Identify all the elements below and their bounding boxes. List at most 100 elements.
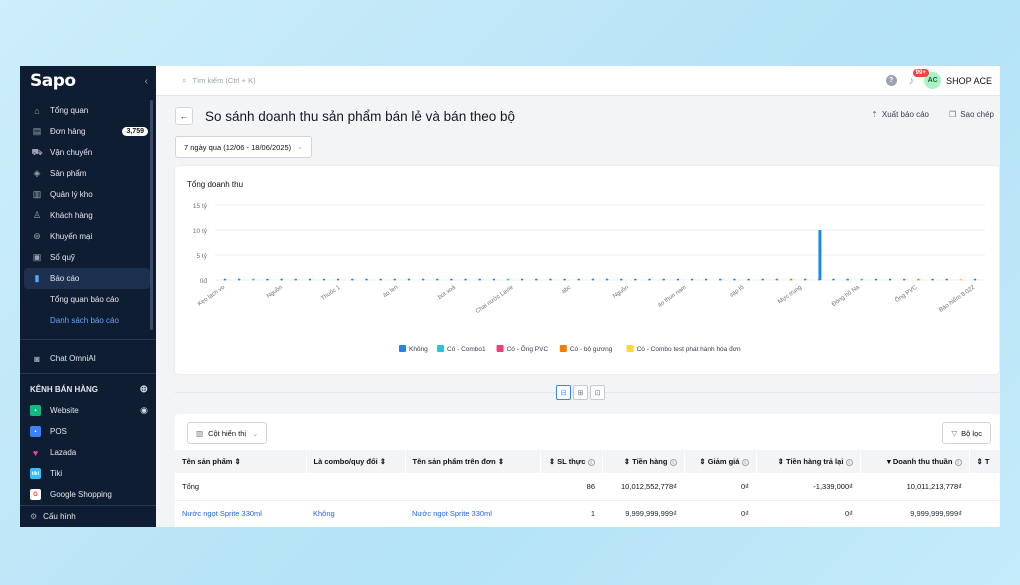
bell-icon[interactable]: ♪ 99+ [909,68,929,87]
chevron-left-icon[interactable]: ‹ [145,76,148,87]
data-point [337,278,340,281]
data-point [577,278,580,281]
export-button[interactable]: ⇡ Xuất báo cáo [871,110,929,119]
sidebar-subitem-danh-sach-bao-cao[interactable]: Danh sách báo cáo [20,310,156,331]
column-header-truncated[interactable]: ⇕ T [969,450,1000,473]
copy-button[interactable]: ❐ Sao chép [949,110,994,119]
chart-view-icon[interactable]: ⊡ [590,385,605,400]
data-point [973,278,977,281]
column-header-doanh-thu-thuan[interactable]: ▾ Doanh thu thuần i [860,450,970,473]
channel-website[interactable]: ▪ Website ◉ [20,400,156,421]
column-header-combo[interactable]: Là combo/quy đổi ⇕ [306,450,406,473]
legend-swatch [626,345,634,352]
legend-label: Không [409,346,428,353]
sidebar-item-tong-quan[interactable]: ⌂ Tổng quan [20,100,156,121]
channel-tiki[interactable]: tiki Tiki [20,463,156,484]
data-point [450,278,453,281]
column-header-label: ▾ Doanh thu thuần [886,457,953,466]
data-point [634,278,637,281]
page-title: So sánh doanh thu sản phẩm bán lẻ và bán… [205,108,515,124]
filter-button[interactable]: ▽ Bộ lọc [942,422,991,444]
column-header-label: ⇕ SL thực [548,457,586,466]
sidebar-nav: ⌂ Tổng quan ▤ Đơn hàng 3,759 ⛟ Vận chuyển ◈ S… [20,96,156,505]
table-view-icon[interactable]: ⊞ [573,385,588,400]
report-table-card: ▥ Cột hiển thị ⌄ ▽ Bộ lọc Tên sản phẩm ⇕ Là… [175,414,1000,527]
table-cell[interactable]: Không [306,500,405,527]
sidebar-item-label: Đơn hàng [50,127,86,136]
data-point [676,278,680,281]
channel-pos[interactable]: ▪ POS [20,421,156,442]
shop-name[interactable]: SHOP ACE [946,76,992,86]
info-icon[interactable]: i [669,458,677,466]
column-header-ten-san-pham[interactable]: Tên sản phẩm ⇕ [175,450,307,473]
split-view-icon[interactable]: ⊟ [556,385,571,400]
sidebar-item-label: Sản phẩm [50,169,87,178]
eye-icon[interactable]: ◉ [140,405,148,416]
sidebar-item-label: Cấu hình [43,512,76,521]
table-row[interactable]: Nước ngọt Sprite 330ml Không Nước ngọt S… [175,500,1000,527]
data-point [959,278,963,281]
back-button[interactable]: ← [175,107,193,125]
data-point [563,278,566,281]
lazada-icon: ♥ [32,447,39,458]
sales-channels-header: KÊNH BÁN HÀNG ⊕ [20,378,156,400]
table-cell: 10,011,213,778₫ [860,473,969,501]
data-point [407,278,411,281]
column-header-tien-hang[interactable]: ⇕ Tiền hàng i [602,450,685,473]
sidebar-item-label: Chat OmniAI [50,354,96,363]
info-icon[interactable]: i [845,458,853,466]
search-box[interactable]: ⌕ Tìm kiếm (Ctrl + K) [182,76,256,86]
data-point [945,278,948,281]
sidebar-subitem-tong-quan-bao-cao[interactable]: Tổng quan báo cáo [20,289,156,310]
legend-swatch [559,345,567,352]
search-input[interactable]: Tìm kiếm (Ctrl + K) [192,76,255,85]
column-header-sl-thuc[interactable]: ⇕ SL thực i [540,450,603,473]
sidebar-item-van-chuyen[interactable]: ⛟ Vận chuyển [20,142,156,163]
data-point [888,278,892,281]
info-icon[interactable]: i [587,458,595,466]
data-point [308,278,312,281]
export-label: Xuất báo cáo [881,110,930,119]
table-cell [969,500,1000,527]
data-point [761,278,764,281]
sidebar-item-bao-cao[interactable]: ▮ Báo cáo [24,268,150,289]
columns-display-button[interactable]: ▥ Cột hiển thị ⌄ [187,422,268,444]
channel-google-shopping[interactable]: G Google Shopping [20,484,156,505]
sidebar-item-chat-omniai[interactable]: ◙ Chat OmniAI [20,348,156,369]
sidebar-item-khuyen-mai[interactable]: ⊛ Khuyến mại [20,226,156,247]
legend-label: Có - Ống PVC [507,343,549,353]
top-right-actions: ? ♪ 99+ AC SHOP ACE [885,68,992,89]
sidebar-item-so-quy[interactable]: ▣ Sổ quỹ [20,247,156,268]
sapo-logo[interactable]: Sapo [30,71,76,91]
info-icon[interactable]: i [954,458,962,466]
add-channel-icon[interactable]: ⊕ [140,384,148,395]
tiki-icon: tiki [30,468,41,479]
settings-icon: ⚙ [30,512,38,521]
sidebar-item-san-pham[interactable]: ◈ Sản phẩm [20,163,156,184]
orders-icon: ▤ [32,126,42,136]
sidebar-item-label: Tổng quan [50,106,89,115]
main-content: ← So sánh doanh thu sản phẩm bán lẻ và b… [156,96,1000,527]
copy-label: Sao chép [960,110,994,119]
help-icon[interactable]: ? [885,75,897,86]
sidebar-item-don-hang[interactable]: ▤ Đơn hàng 3,759 [20,121,156,142]
date-range-select[interactable]: 7 ngày qua (12/06 - 18/06/2025) ⌄ [175,136,313,158]
sidebar-item-label: Quản lý kho [50,190,93,199]
sidebar-item-cau-hinh[interactable]: ⚙ Cấu hình [20,505,156,527]
column-header-giam-gia[interactable]: ⇕ Giảm giá i [684,450,757,473]
table-cell: 0₫ [684,500,756,527]
search-icon: ⌕ [182,75,187,85]
product-link[interactable]: Nước ngọt Sprite 330ml [405,500,540,527]
sidebar-item-khach-hang[interactable]: ♙ Khách hàng [20,205,156,226]
info-icon[interactable]: i [741,458,749,466]
data-point [803,278,807,281]
x-tick-label: Thuốc 1 [320,284,342,302]
column-header-tien-hang-tra-lai[interactable]: ⇕ Tiền hàng trả lại i [756,450,861,473]
y-tick-label: 5 tỷ [197,253,208,260]
column-header-ten-tren-don[interactable]: Tên sản phẩm trên đơn ⇕ [405,450,541,473]
sidebar-item-quan-ly-kho[interactable]: ▥ Quản lý kho [20,184,156,205]
channel-lazada[interactable]: ♥ Lazada [20,442,156,463]
top-bar: ⌕ Tìm kiếm (Ctrl + K) ? ♪ 99+ AC SHOP ACE [156,66,1000,96]
google-shopping-icon: G [30,489,41,500]
product-link[interactable]: Nước ngọt Sprite 330ml [175,500,306,527]
